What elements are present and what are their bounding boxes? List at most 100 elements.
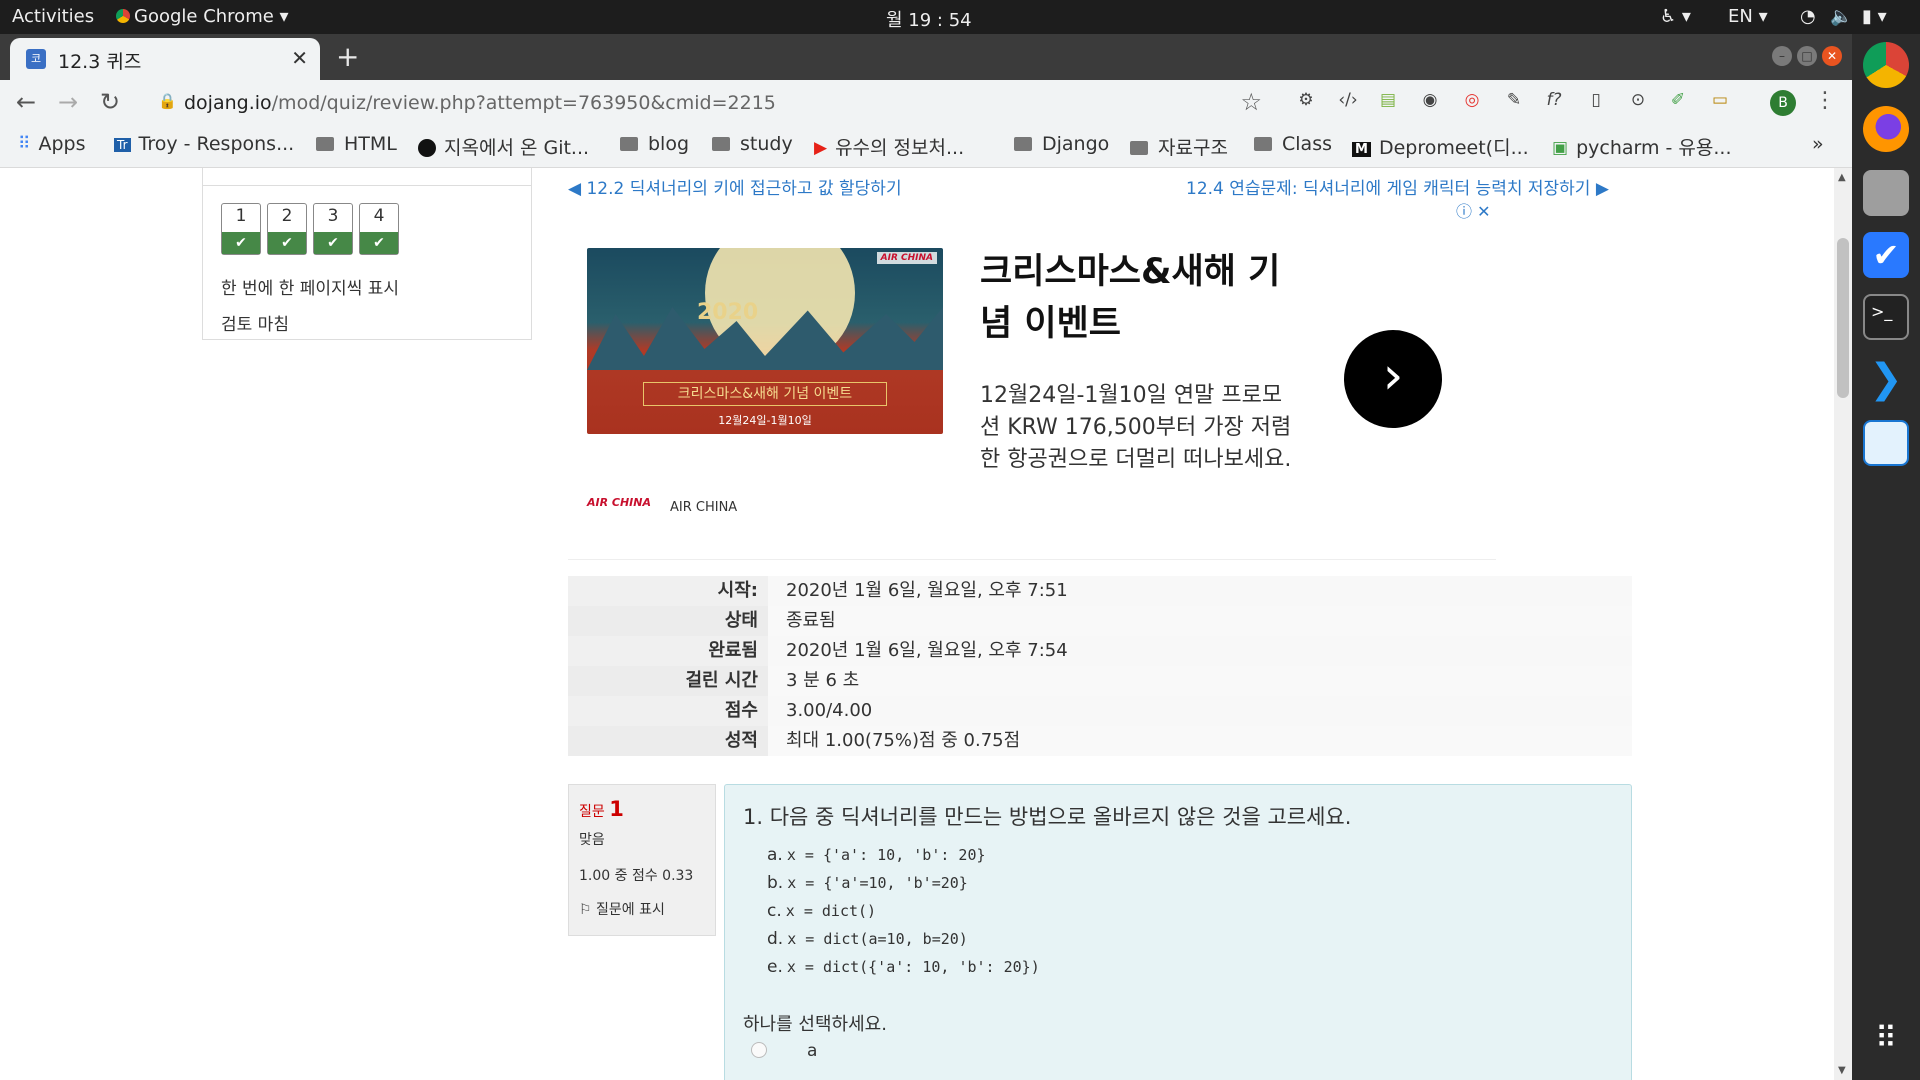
bookmark-pycharm[interactable]: ▣ pycharm - 유용... <box>1552 133 1732 160</box>
question-number: 2 <box>281 206 293 226</box>
chrome-menu-icon[interactable]: ⋮ <box>1814 88 1836 113</box>
maximize-window-button[interactable]: □ <box>1797 46 1817 66</box>
bookmark-django[interactable]: Django <box>1014 133 1109 155</box>
bookmark-label: 유수의 정보처... <box>835 137 965 159</box>
language-indicator[interactable]: EN ▾ <box>1728 6 1768 27</box>
url-path: /mod/quiz/review.php?attempt=763950&cmid… <box>271 92 776 114</box>
prev-activity-link[interactable]: ◀ 12.2 딕셔너리의 키에 접근하고 값 할당하기 <box>568 174 902 199</box>
tab-close-icon[interactable]: ✕ <box>291 46 308 70</box>
url-text[interactable]: dojang.io/mod/quiz/review.php?attempt=76… <box>184 92 776 114</box>
extension-font-icon[interactable]: f? <box>1542 90 1566 114</box>
folder-icon <box>1254 137 1272 151</box>
bookmark-star-icon[interactable]: ☆ <box>1240 88 1262 116</box>
bookmarks-overflow-button[interactable]: » <box>1812 133 1824 155</box>
answer-letter: e. <box>767 957 783 977</box>
terminal-dock-icon[interactable]: >_ <box>1863 294 1909 340</box>
extension-ladder-icon[interactable]: ▤ <box>1376 90 1400 114</box>
bookmark-blog[interactable]: blog <box>620 133 689 155</box>
new-tab-button[interactable]: + <box>336 40 359 73</box>
bookmark-datastructure[interactable]: 자료구조 <box>1130 133 1228 160</box>
extension-eye-icon[interactable]: ◉ <box>1418 90 1442 114</box>
bookmark-label: study <box>740 133 793 155</box>
extension-battery-icon[interactable]: ▭ <box>1708 90 1732 114</box>
question-status: 맞음 <box>579 832 605 848</box>
reload-icon[interactable]: ↻ <box>100 88 120 116</box>
scrollbar-thumb[interactable] <box>1837 238 1849 398</box>
bookmark-git[interactable]: 지옥에서 온 Git... <box>418 133 589 160</box>
summary-key: 상태 <box>568 606 768 636</box>
quiz-nav-question-2[interactable]: 2 ✔ <box>267 203 307 255</box>
minimize-window-button[interactable]: – <box>1772 46 1792 66</box>
chrome-dock-icon[interactable] <box>1863 42 1909 88</box>
tab-active[interactable]: 코 12.3 퀴즈 ✕ <box>10 38 320 80</box>
bookmark-apps[interactable]: ⠿ Apps <box>18 133 85 155</box>
answer-option: d. x = dict(a=10, b=20) <box>767 929 968 949</box>
folder-icon <box>620 137 638 151</box>
quiz-nav-question-4[interactable]: 4 ✔ <box>359 203 399 255</box>
bookmark-label: HTML <box>344 133 397 155</box>
app-menu[interactable]: Google Chrome ▾ <box>116 6 289 27</box>
summary-key: 완료됨 <box>568 636 768 666</box>
scroll-down-icon[interactable]: ▼ <box>1838 1065 1846 1076</box>
bookmark-depromeet[interactable]: M Depromeet(디... <box>1352 133 1529 160</box>
page-scrollbar[interactable]: ▲ ▼ <box>1834 168 1852 1080</box>
wifi-icon[interactable]: ◔ <box>1800 6 1816 27</box>
extension-gear-icon[interactable]: ⚙ <box>1294 90 1318 114</box>
ad-banner-image[interactable]: AIR CHINA 2020 크리스마스&새해 기념 이벤트 12월24일-1월… <box>587 248 943 434</box>
image-viewer-dock-icon[interactable] <box>1863 420 1909 466</box>
address-bar[interactable]: 🔒 dojang.io/mod/quiz/review.php?attempt=… <box>148 86 1272 120</box>
question-text: 1. 다음 중 딕셔너리를 만드는 방법으로 올바르지 않은 것을 고르세요. <box>743 805 1352 829</box>
answer-code: x = dict() <box>785 902 877 920</box>
todo-dock-icon[interactable]: ✔ <box>1863 232 1909 278</box>
show-applications-icon[interactable]: ⠿ <box>1863 1016 1909 1062</box>
summary-key: 걸린 시간 <box>568 666 768 696</box>
quiz-nav-question-1[interactable]: 1 ✔ <box>221 203 261 255</box>
ad-arrow-button[interactable]: › <box>1344 330 1442 428</box>
flag-question-link[interactable]: ⚐ 질문에 표시 <box>579 899 665 919</box>
lock-icon[interactable]: 🔒 <box>158 92 177 110</box>
close-window-button[interactable]: ✕ <box>1822 46 1842 66</box>
scroll-up-icon[interactable]: ▲ <box>1838 172 1846 183</box>
bookmark-troy[interactable]: Tr Troy - Respons... <box>114 133 294 155</box>
url-domain: dojang.io <box>184 92 272 114</box>
bookmark-label: Django <box>1042 133 1110 155</box>
choice-option-a[interactable]: a <box>751 1041 817 1061</box>
summary-row: 걸린 시간 3 분 6 초 <box>568 666 1632 696</box>
extension-swirl-icon[interactable]: ◎ <box>1460 90 1484 114</box>
ad-choices-icon[interactable]: ⓘ ✕ <box>1456 198 1491 222</box>
bookmark-label: 자료구조 <box>1158 137 1228 159</box>
bookmark-youtube[interactable]: ▶ 유수의 정보처... <box>814 133 964 160</box>
bookmark-study[interactable]: study <box>712 133 793 155</box>
extension-color-icon[interactable]: ✐ <box>1666 90 1690 114</box>
activities-button[interactable]: Activities <box>12 6 94 27</box>
bookmark-class[interactable]: Class <box>1254 133 1332 155</box>
ad-image-logo: AIR CHINA <box>876 252 937 264</box>
answer-option: c. x = dict() <box>767 901 876 921</box>
radio-button[interactable] <box>751 1042 767 1058</box>
extension-phone-icon[interactable]: ▯ <box>1584 90 1608 114</box>
extension-code-icon[interactable]: ‹/› <box>1336 90 1360 114</box>
summary-row: 상태 종료됨 <box>568 606 1632 636</box>
question-label: 질문 1 <box>579 797 624 821</box>
accessibility-icon[interactable]: ♿ ▾ <box>1660 6 1691 27</box>
clock[interactable]: 월 19 : 54 <box>886 6 972 32</box>
bookmark-html[interactable]: HTML <box>316 133 397 155</box>
finish-review-link[interactable]: 검토 마침 <box>221 310 289 335</box>
show-one-page-link[interactable]: 한 번에 한 페이지씩 표시 <box>221 274 399 299</box>
quiz-nav-question-3[interactable]: 3 ✔ <box>313 203 353 255</box>
summary-value: 2020년 1월 6일, 월요일, 오후 7:54 <box>768 636 1632 666</box>
volume-icon[interactable]: 🔈 <box>1830 6 1852 27</box>
profile-avatar[interactable]: B <box>1770 90 1796 116</box>
ad-headline[interactable]: 크리스마스&새해 기념 이벤트 <box>980 246 1310 350</box>
forward-icon[interactable]: → <box>58 88 78 116</box>
battery-icon[interactable]: ▮ ▾ <box>1862 6 1887 27</box>
extension-circle-icon[interactable]: ⊙ <box>1626 90 1650 114</box>
back-icon[interactable]: ← <box>16 88 36 116</box>
advertisement[interactable]: ⓘ ✕ AIR CHINA 2020 크리스마스&새해 기념 이벤트 12월24… <box>568 198 1496 560</box>
ad-image-banner: 크리스마스&새해 기념 이벤트 <box>643 382 887 406</box>
extension-eyedropper-icon[interactable]: ✎ <box>1502 90 1526 114</box>
next-activity-link[interactable]: 12.4 연습문제: 딕셔너리에 게임 캐릭터 능력치 저장하기 ▶ <box>1186 174 1609 199</box>
files-dock-icon[interactable] <box>1863 170 1909 216</box>
firefox-dock-icon[interactable] <box>1863 106 1909 152</box>
vscode-dock-icon[interactable]: ❯ <box>1863 356 1909 402</box>
